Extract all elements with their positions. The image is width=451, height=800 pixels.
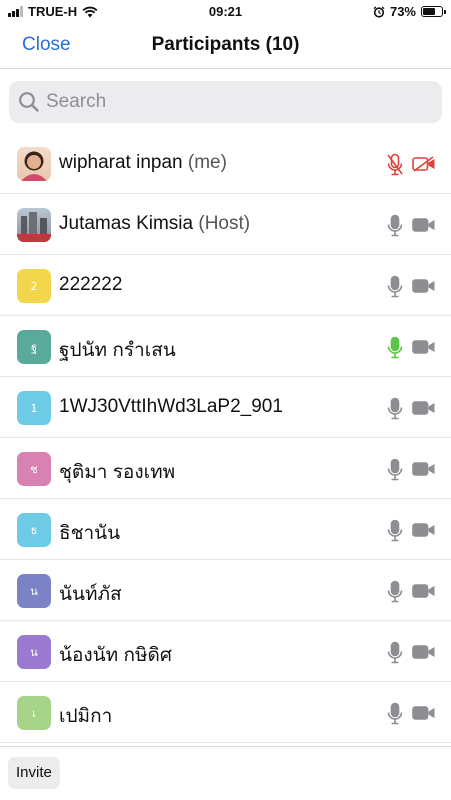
participant-name-text: ชุติมา รองเทพ <box>59 462 176 483</box>
alarm-icon <box>373 5 385 18</box>
avatar-initial: น <box>17 574 51 608</box>
avatar-initial: ฐ <box>17 330 51 364</box>
microphone-icon <box>386 336 404 365</box>
participant-row[interactable]: ธ ธิชานัน <box>0 499 451 560</box>
avatar-photo <box>17 208 51 242</box>
microphone-icon <box>386 458 404 487</box>
participant-row[interactable]: เ เปมิกา <box>0 682 451 743</box>
avatar-initial: เ <box>17 696 51 730</box>
microphone-icon <box>386 641 404 670</box>
microphone-icon <box>386 702 404 731</box>
avatar-initial: 2 <box>17 269 51 303</box>
participant-name: ชุติมา รองเทพ <box>59 457 175 487</box>
microphone-icon <box>386 153 404 182</box>
nav-bar: Close Participants (10) <box>0 24 451 69</box>
participant-row[interactable]: Jutamas Kimsia (Host) <box>0 194 451 255</box>
participant-name-text: นันท์ภัส <box>59 584 122 605</box>
microphone-icon <box>386 214 404 243</box>
video-camera-icon <box>412 461 436 482</box>
invite-button[interactable]: Invite <box>8 757 60 789</box>
participant-name-text: เปมิกา <box>59 706 113 727</box>
participant-row[interactable]: ฐ ฐปนัท กรำเสน <box>0 316 451 377</box>
participant-row[interactable]: 2 222222 <box>0 255 451 316</box>
participant-name-text: 222222 <box>59 274 123 295</box>
participant-name-text: Jutamas Kimsia <box>59 213 194 234</box>
video-camera-icon <box>412 217 436 238</box>
search-icon <box>19 92 39 112</box>
video-camera-icon <box>412 400 436 421</box>
video-camera-icon <box>412 156 436 177</box>
participant-list: wipharat inpan (me) Jutamas Kimsia (Host)… <box>0 133 451 743</box>
participant-row[interactable]: 1 1WJ30VttIhWd3LaP2_901 <box>0 377 451 438</box>
participant-name: Jutamas Kimsia (Host) <box>59 213 250 235</box>
video-camera-icon <box>412 644 436 665</box>
video-camera-icon <box>412 339 436 360</box>
participant-name: เปมิกา <box>59 701 112 731</box>
avatar-photo <box>17 147 51 181</box>
battery-percent: 73% <box>389 4 416 19</box>
video-camera-icon <box>412 522 436 543</box>
participant-name: 222222 <box>59 274 122 296</box>
participant-name: wipharat inpan (me) <box>59 152 227 174</box>
battery-fill <box>423 8 435 15</box>
participant-name: นันท์ภัส <box>59 579 122 609</box>
search-input[interactable] <box>46 91 426 113</box>
microphone-icon <box>386 397 404 426</box>
microphone-icon <box>386 580 404 609</box>
participant-name: 1WJ30VttIhWd3LaP2_901 <box>59 396 283 418</box>
footer-divider <box>0 746 451 747</box>
participant-name: ธิชานัน <box>59 518 120 548</box>
participant-row[interactable]: น น้องนัท กษิดิศ <box>0 621 451 682</box>
video-camera-icon <box>412 278 436 299</box>
participant-name-text: น้องนัท กษิดิศ <box>59 645 172 666</box>
participant-name-text: wipharat inpan <box>59 152 183 173</box>
microphone-icon <box>386 275 404 304</box>
participant-row[interactable]: ช ชุติมา รองเทพ <box>0 438 451 499</box>
participant-name: น้องนัท กษิดิศ <box>59 640 172 670</box>
avatar-initial: 1 <box>17 391 51 425</box>
page-title: Participants (10) <box>151 34 300 55</box>
participant-name-text: ฐปนัท กรำเสน <box>59 340 176 361</box>
video-camera-icon <box>412 705 436 726</box>
avatar-initial: ช <box>17 452 51 486</box>
search-bar[interactable] <box>9 81 442 123</box>
participant-name-text: ธิชานัน <box>59 523 121 544</box>
video-camera-icon <box>412 583 436 604</box>
battery-icon <box>421 6 446 17</box>
microphone-icon <box>386 519 404 548</box>
status-bar: TRUE-H 09:21 73% <box>0 0 451 24</box>
participant-role-tag: (me) <box>182 152 227 173</box>
participant-row[interactable]: น นันท์ภัส <box>0 560 451 621</box>
status-right: 73% <box>373 4 446 19</box>
participant-role-tag: (Host) <box>193 213 251 234</box>
avatar-initial: น <box>17 635 51 669</box>
participant-name: ฐปนัท กรำเสน <box>59 335 176 365</box>
participant-name-text: 1WJ30VttIhWd3LaP2_901 <box>59 396 283 417</box>
avatar-initial: ธ <box>17 513 51 547</box>
participant-row[interactable]: wipharat inpan (me) <box>0 133 451 194</box>
